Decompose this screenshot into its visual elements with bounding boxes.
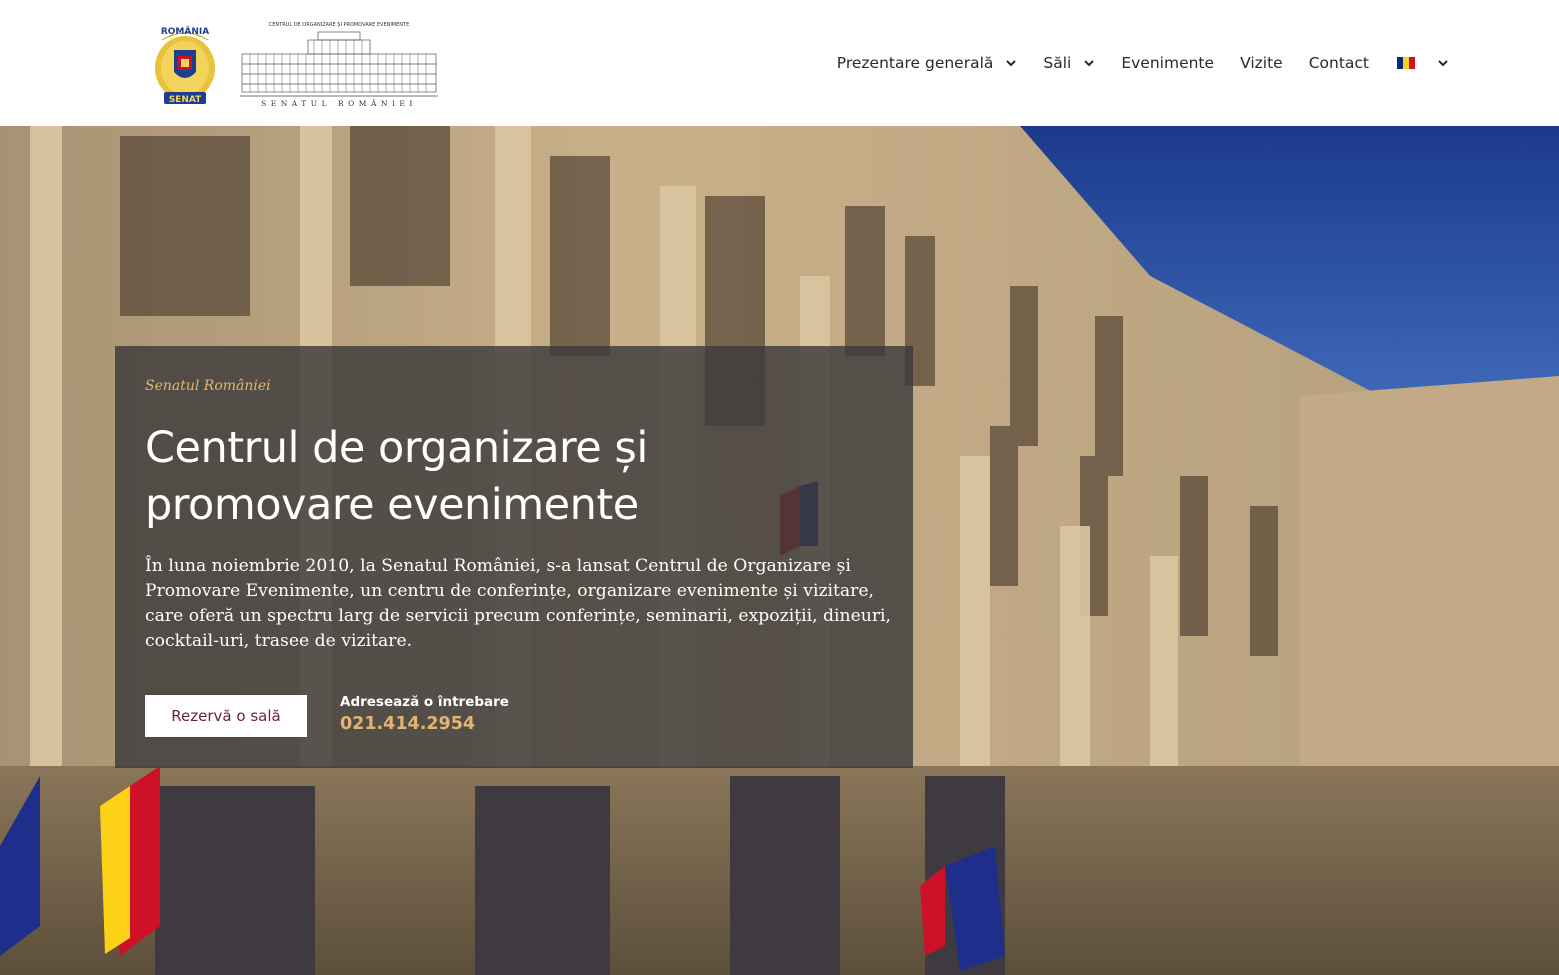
nav-item-events[interactable]: Evenimente [1121,54,1214,72]
svg-text:SENAT: SENAT [169,95,202,105]
chevron-down-icon [1006,60,1017,67]
ask-question-label: Adresează o întrebare [340,694,509,710]
chevron-down-icon [1084,60,1095,67]
nav-item-label: Contact [1308,54,1369,72]
hero-section: Senatul României Centrul de organizare ș… [0,126,1559,975]
main-nav: Prezentare generală Săli Evenimente Vizi… [811,46,1449,80]
svg-text:CENTRUL DE ORGANIZARE ȘI PROMO: CENTRUL DE ORGANIZARE ȘI PROMOVARE EVENI… [269,22,410,28]
nav-item-overview[interactable]: Prezentare generală [837,54,1018,72]
book-room-button[interactable]: Rezervă o sală [145,695,307,737]
centre-building-logo[interactable]: CENTRUL DE ORGANIZARE ȘI PROMOVARE EVENI… [238,18,440,108]
hero-panel: Senatul României Centrul de organizare ș… [115,346,913,768]
nav-item-label: Săli [1043,54,1072,72]
senate-crest-logo[interactable]: ROMÂNIA SENAT [150,20,220,106]
hero-kicker: Senatul României [145,378,271,394]
chevron-down-icon [1438,60,1448,67]
nav-item-rooms[interactable]: Săli [1043,54,1095,72]
nav-item-label: Prezentare generală [836,54,994,72]
nav-item-label: Vizite [1240,54,1283,72]
svg-text:ROMÂNIA: ROMÂNIA [161,25,209,37]
nav-item-visits[interactable]: Vizite [1240,54,1283,72]
language-switcher[interactable] [1397,57,1449,69]
phone-link[interactable]: 021.414.2954 [340,714,475,734]
site-header: ROMÂNIA SENAT CENTRUL DE ORGANIZARE ȘI P… [0,0,1559,126]
svg-text:SENATUL ROMÂNIEI: SENATUL ROMÂNIEI [261,99,417,108]
hero-title: Centrul de organizare și promovare eveni… [145,423,648,530]
flag-ro-icon [1397,57,1415,69]
nav-item-contact[interactable]: Contact [1309,54,1369,72]
hero-description: În luna noiembrie 2010, la Senatul Român… [145,556,892,651]
nav-item-label: Evenimente [1121,54,1215,72]
